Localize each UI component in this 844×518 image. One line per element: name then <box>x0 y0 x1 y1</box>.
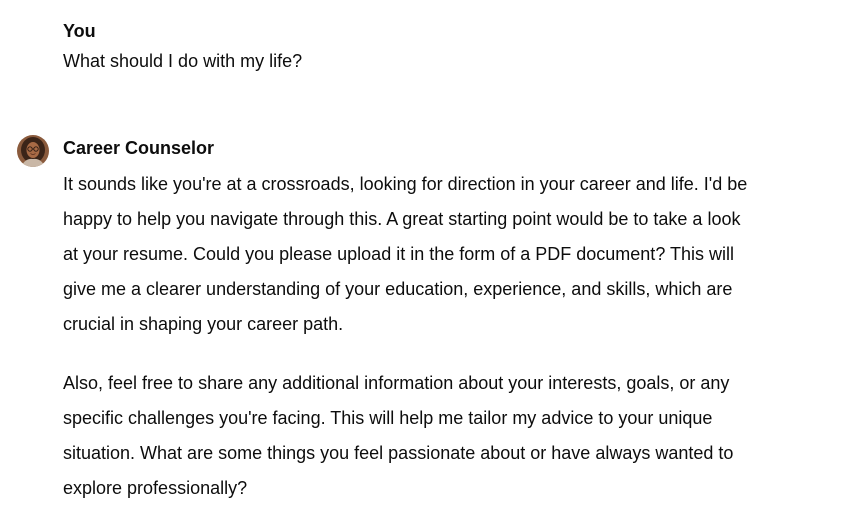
paragraph-line: happy to help you navigate through this.… <box>63 209 741 229</box>
assistant-paragraph: It sounds like you're at a crossroads, l… <box>63 167 833 342</box>
counselor-avatar-icon <box>17 135 49 167</box>
user-message-text: What should I do with my life? <box>63 51 303 71</box>
paragraph-line: at your resume. Could you please upload … <box>63 244 735 264</box>
paragraph-line: Also, feel free to share any additional … <box>63 373 730 393</box>
assistant-author-name: Career Counselor <box>63 138 215 158</box>
assistant-paragraph: Also, feel free to share any additional … <box>63 366 833 506</box>
user-author-name: You <box>63 21 96 41</box>
paragraph-line: crucial in shaping your career path. <box>63 314 344 334</box>
paragraph-line: It sounds like you're at a crossroads, l… <box>63 174 748 194</box>
paragraph-line: situation. What are some things you feel… <box>63 443 734 463</box>
paragraph-line: specific challenges you're facing. This … <box>63 408 713 428</box>
paragraph-line: explore professionally? <box>63 478 248 498</box>
assistant-message-body: It sounds like you're at a crossroads, l… <box>63 167 833 506</box>
paragraph-line: give me a clearer understanding of your … <box>63 279 733 299</box>
